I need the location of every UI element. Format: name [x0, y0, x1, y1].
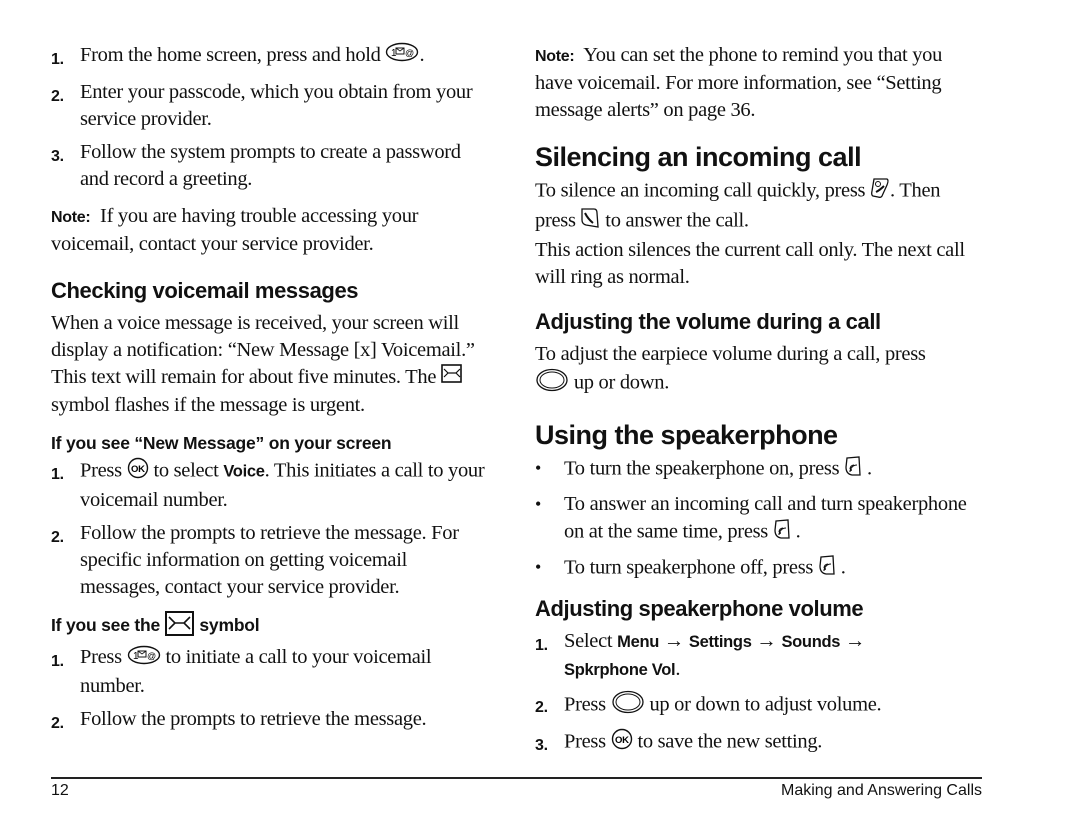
speakerphone-key-icon — [773, 518, 791, 548]
step-number: 3. — [51, 148, 64, 165]
footer-divider — [51, 777, 982, 779]
step-number: 1. — [535, 637, 548, 654]
list-item: • To turn speakerphone off, press . — [535, 554, 980, 584]
step-text: From the home screen, press and hold — [80, 44, 381, 66]
step-number: 1. — [51, 51, 64, 68]
list-item: 1. Press OK to select Voice. This initia… — [51, 457, 491, 514]
step-number: 1. — [51, 466, 64, 484]
list-item: 1. From the home screen, press and hold … — [51, 42, 491, 73]
note-label: Note: — [535, 48, 575, 65]
menu-path-sounds: Sounds — [781, 633, 841, 651]
step-number: 2. — [535, 699, 548, 716]
subsection-heading: If you see “New Message” on your screen — [51, 433, 392, 454]
step-text: Enter your passcode, which you obtain fr… — [80, 81, 473, 130]
svg-text:@: @ — [405, 48, 414, 58]
step-number: 1. — [51, 653, 64, 671]
note: Note: You can set the phone to remind yo… — [535, 42, 980, 124]
step-number: 2. — [51, 88, 64, 105]
list-item: 2. Enter your passcode, which you obtain… — [51, 79, 491, 133]
svg-text:OK: OK — [131, 464, 145, 475]
bullet: • — [535, 458, 542, 478]
step-number: 2. — [51, 714, 64, 732]
svg-text:OK: OK — [615, 735, 629, 746]
page-number: 12 — [51, 782, 69, 799]
section-heading: Adjusting the volume during a call — [535, 309, 881, 334]
step-text: Follow the system prompts to create a pa… — [80, 141, 461, 190]
left-column: 1. From the home screen, press and hold … — [51, 42, 491, 743]
list-item: • To turn the speakerphone on, press . — [535, 455, 980, 485]
ok-key-icon: OK — [127, 457, 149, 487]
urgent-message-icon — [441, 364, 463, 392]
speakerphone-key-icon — [844, 455, 862, 485]
chapter-title: Making and Answering Calls — [781, 782, 982, 799]
svg-text:@: @ — [147, 651, 156, 661]
urgent-message-icon — [164, 611, 195, 642]
step-number: 2. — [51, 529, 64, 547]
section-heading: Silencing an incoming call — [535, 142, 862, 172]
navigation-key-icon — [611, 690, 645, 722]
list-item: 3. Press OK to save the new setting. — [535, 728, 980, 759]
paragraph: When a voice message is received, your s… — [51, 312, 475, 417]
send-key-icon — [580, 207, 600, 237]
list-item: 3. Follow the system prompts to create a… — [51, 139, 491, 193]
voicemail-key-icon: 1 @ — [385, 42, 419, 70]
menu-path-spkrphone-vol: Spkrphone Vol — [564, 661, 676, 679]
section-heading: Checking voicemail messages — [51, 278, 359, 303]
list-item: 2. Follow the prompts to retrieve the me… — [51, 520, 491, 601]
voicemail-key-icon: 1 @ — [127, 645, 161, 673]
list-item: 2. Press up or down to adjust volume. — [535, 690, 980, 722]
section-heading: Using the speakerphone — [535, 420, 838, 450]
list-item: • To answer an incoming call and turn sp… — [535, 491, 980, 548]
step-number: 3. — [535, 737, 548, 754]
right-column: Note: You can set the phone to remind yo… — [535, 42, 980, 765]
paragraph: To silence an incoming call quickly, pre… — [535, 177, 980, 237]
list-item: 1. Press 1 @ to initiate a call to your v… — [51, 644, 491, 699]
bullet: • — [535, 494, 542, 514]
list-item: 1. Select Menu → Settings → Sounds → Spk… — [535, 628, 980, 684]
section-heading: Adjusting speakerphone volume — [535, 596, 864, 621]
menu-path-settings: Settings — [688, 633, 752, 651]
navigation-key-icon — [535, 368, 569, 400]
list-item: 2. Follow the prompts to retrieve the me… — [51, 706, 491, 737]
step-text: Follow the prompts to retrieve the messa… — [80, 707, 427, 730]
ok-key-icon: OK — [611, 728, 633, 758]
bullet: • — [535, 557, 542, 577]
menu-path-menu: Menu — [617, 633, 660, 651]
subsection-heading: If you see the symbol — [51, 611, 491, 642]
note-text: If you are having trouble accessing your… — [51, 205, 419, 255]
step-text: Follow the prompts to retrieve the messa… — [80, 522, 459, 599]
paragraph: This action silences the current call on… — [535, 239, 965, 288]
note-text: You can set the phone to remind you that… — [535, 44, 943, 121]
speakerphone-key-icon — [818, 554, 836, 584]
note: Note: If you are having trouble accessin… — [51, 203, 491, 258]
paragraph: To adjust the earpiece volume during a c… — [535, 341, 980, 400]
end-key-icon — [870, 177, 890, 207]
note-label: Note: — [51, 209, 91, 226]
